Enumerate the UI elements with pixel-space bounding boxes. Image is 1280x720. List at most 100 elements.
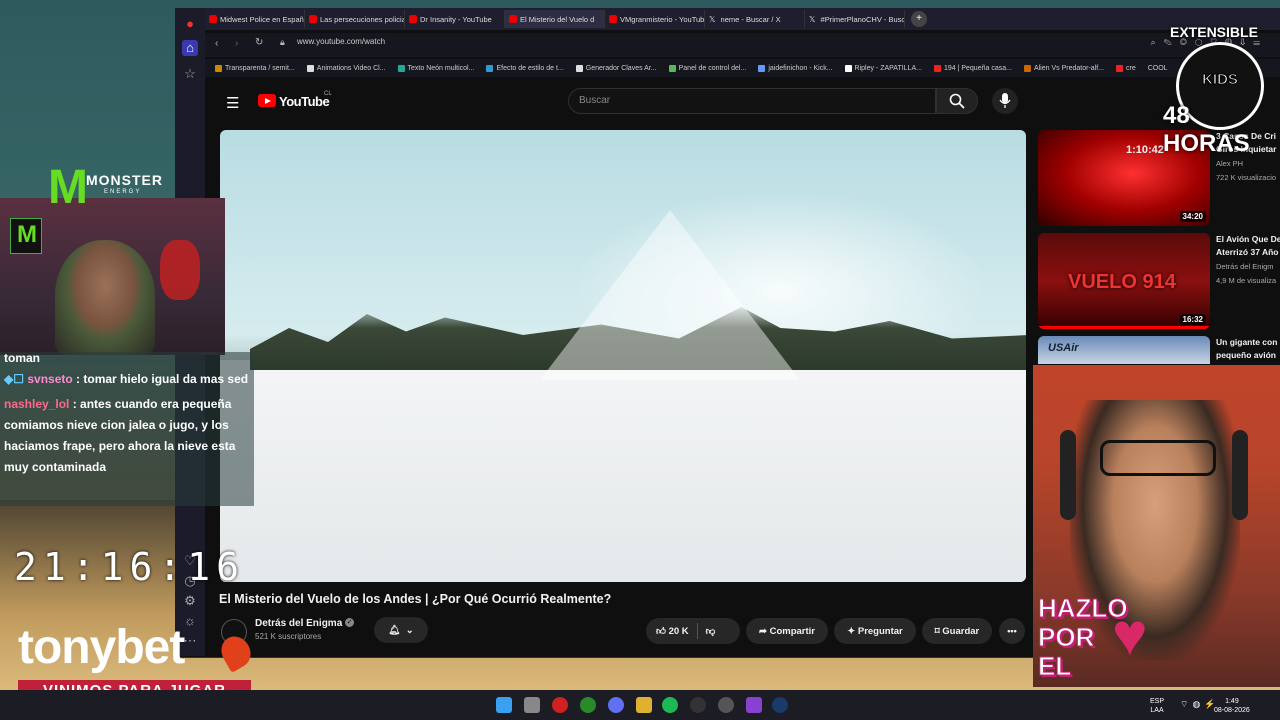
bookmark-icon [1115, 64, 1123, 72]
youtube-icon [209, 15, 217, 23]
tips-icon[interactable]: ☼ [182, 613, 198, 629]
bookmark-icon [486, 64, 494, 72]
related-video-channel[interactable]: Detrás del Enigm [1216, 261, 1280, 273]
search-input[interactable]: Buscar [568, 88, 936, 114]
related-video-thumbnail[interactable]: VUELO 914 16:32 [1038, 233, 1210, 329]
steam-icon[interactable] [772, 697, 788, 713]
search-placeholder: Buscar [579, 95, 611, 106]
more-actions-button[interactable]: ••• [999, 618, 1025, 644]
bookmark[interactable]: Transparenta / semit... [215, 64, 295, 72]
reload-icon[interactable]: ↻ [255, 37, 263, 48]
related-video-title[interactable]: El Avión Que De Aterrizó 37 Año [1216, 233, 1280, 259]
verified-icon: ✓ [345, 618, 354, 627]
chat-message: nashley_lol : antes cuando era pequeña c… [4, 397, 236, 474]
youtube-icon [609, 15, 617, 23]
sparkle-icon: ✦ [847, 625, 856, 637]
home-icon[interactable]: ⌂ [182, 40, 198, 56]
badge-bottom-text: 48 HORAS [1163, 102, 1250, 157]
like-dislike-group: 👍︎ 20 K 👎︎ [646, 618, 740, 644]
clock-tray[interactable]: 1:49 08-08-2026 [1214, 697, 1250, 715]
watch-progress-bar [1038, 326, 1210, 329]
tab[interactable]: VMgranmisterio - YouTub [605, 10, 705, 28]
avatar-glasses [1100, 440, 1216, 476]
tab-bar: Midwest Police en Españo Las persecucion… [205, 8, 1280, 30]
youtube-logo-icon[interactable] [258, 94, 276, 107]
bookmark[interactable]: Alien Vs Predator-alf... [1023, 64, 1104, 72]
app-icon[interactable] [718, 697, 734, 713]
video-snow-field [220, 360, 1026, 582]
settings-icon[interactable]: ⚙ [182, 593, 198, 609]
bookmark-icon [758, 64, 766, 72]
back-icon[interactable]: ‹ [215, 38, 218, 49]
bookmark[interactable]: jaidefinichon - Kick... [758, 64, 833, 72]
related-video-channel[interactable]: Alex PH [1216, 158, 1243, 170]
bookmark[interactable]: Animations Video Cl... [306, 64, 386, 72]
language-indicator[interactable]: ESP LAA [1150, 697, 1164, 715]
bookmark[interactable]: Texto Neón multicol... [397, 64, 474, 72]
heart-icon: ♥ [1112, 601, 1148, 668]
url-field[interactable]: www.youtube.com/watch [297, 37, 385, 46]
task-view-icon[interactable] [524, 697, 540, 713]
bookmark[interactable]: cre [1115, 64, 1136, 72]
tab[interactable]: Dr Insanity - YouTube [405, 10, 505, 28]
opera-taskbar-icon[interactable] [552, 697, 568, 713]
divider [696, 623, 698, 639]
tab[interactable]: 𝕏 #PrimerPlanoCHV - Busca [805, 10, 905, 28]
discord-icon[interactable] [608, 697, 624, 713]
share-icon: ➦ [758, 625, 767, 637]
tab-active[interactable]: El Misterio del Vuelo d [505, 10, 605, 28]
video-title: El Misterio del Vuelo de los Andes | ¿Po… [219, 592, 612, 606]
bookmark[interactable]: Ripley - ZAPATILLA... [844, 64, 922, 72]
ask-button[interactable]: ✦ Preguntar [834, 618, 916, 644]
pinboard-icon[interactable]: ☆ [182, 66, 198, 82]
chat-badge-icon: ◆☐ [4, 372, 24, 386]
bookmark[interactable]: Generador Claves Ar... [575, 64, 657, 72]
bookmark[interactable]: 194 | Pequeña casa... [933, 64, 1012, 72]
search-button[interactable] [936, 88, 978, 114]
address-bar: ‹ › ↻ 🔒︎ www.youtube.com/watch ⌕✎◎⬡♡◍⇩☰ [205, 33, 1280, 57]
youtube-logo-text[interactable]: YouTube [279, 94, 330, 109]
menu-icon[interactable]: ☰ [226, 94, 239, 112]
forward-icon[interactable]: › [235, 38, 238, 49]
channel-name[interactable]: Detrás del Enigma [255, 618, 342, 629]
new-tab-button[interactable]: + [911, 11, 927, 27]
xbox-icon[interactable] [580, 697, 596, 713]
thumbs-up-icon[interactable]: 👍︎ [656, 625, 666, 637]
related-video-views: 722 K visualizacio [1216, 173, 1277, 182]
app-icon[interactable] [746, 697, 762, 713]
related-video-thumbnail[interactable]: USAir [1038, 336, 1210, 364]
opera-logo-icon[interactable]: ● [182, 16, 198, 32]
bookmark[interactable]: COOL [1148, 65, 1168, 72]
save-button[interactable]: ⌑ Guardar [922, 618, 992, 644]
start-icon[interactable] [496, 697, 512, 713]
obs-icon[interactable] [690, 697, 706, 713]
voice-search-button[interactable] [992, 88, 1018, 114]
chat-text: tomar hielo igual da mas sed [83, 372, 249, 386]
bookmark[interactable]: Efecto de estilo de t... [486, 64, 564, 72]
bookmark-icon [306, 64, 314, 72]
monster-logo-icon: M [17, 221, 37, 248]
bookmark-icon [668, 64, 676, 72]
chat-message: ◆☐ svnseto : tomar hielo igual da mas se… [4, 372, 249, 386]
bookmark[interactable]: Panel de control del... [668, 64, 746, 72]
youtube-icon [509, 15, 517, 23]
more-icon[interactable]: ⋯ [182, 633, 198, 649]
share-button[interactable]: ➦ Compartir [746, 618, 828, 644]
spotify-icon[interactable] [662, 697, 678, 713]
video-duration: 34:20 [1179, 211, 1206, 222]
bell-icon: 🔔︎ [388, 624, 401, 636]
notification-bell-button[interactable]: 🔔︎ ⌄ [374, 617, 428, 643]
lock-icon: 🔒︎ [280, 37, 285, 47]
bookmark-icon [215, 64, 222, 72]
related-video-title[interactable]: Un gigante con pequeño avión [1216, 336, 1280, 362]
video-player[interactable] [220, 130, 1026, 582]
bookmarks-bar: Transparenta / semit... Animations Video… [205, 59, 1280, 77]
microphone-icon [999, 93, 1011, 108]
tab[interactable]: Midwest Police en Españo [205, 10, 305, 28]
streamer-figure [55, 240, 155, 355]
tab[interactable]: Las persecuciones policial [305, 10, 405, 28]
like-count[interactable]: 20 K [669, 626, 689, 637]
thumbs-down-icon[interactable]: 👎︎ [706, 625, 716, 637]
tab[interactable]: 𝕏 neme - Buscar / X [705, 10, 805, 28]
file-explorer-icon[interactable] [636, 697, 652, 713]
